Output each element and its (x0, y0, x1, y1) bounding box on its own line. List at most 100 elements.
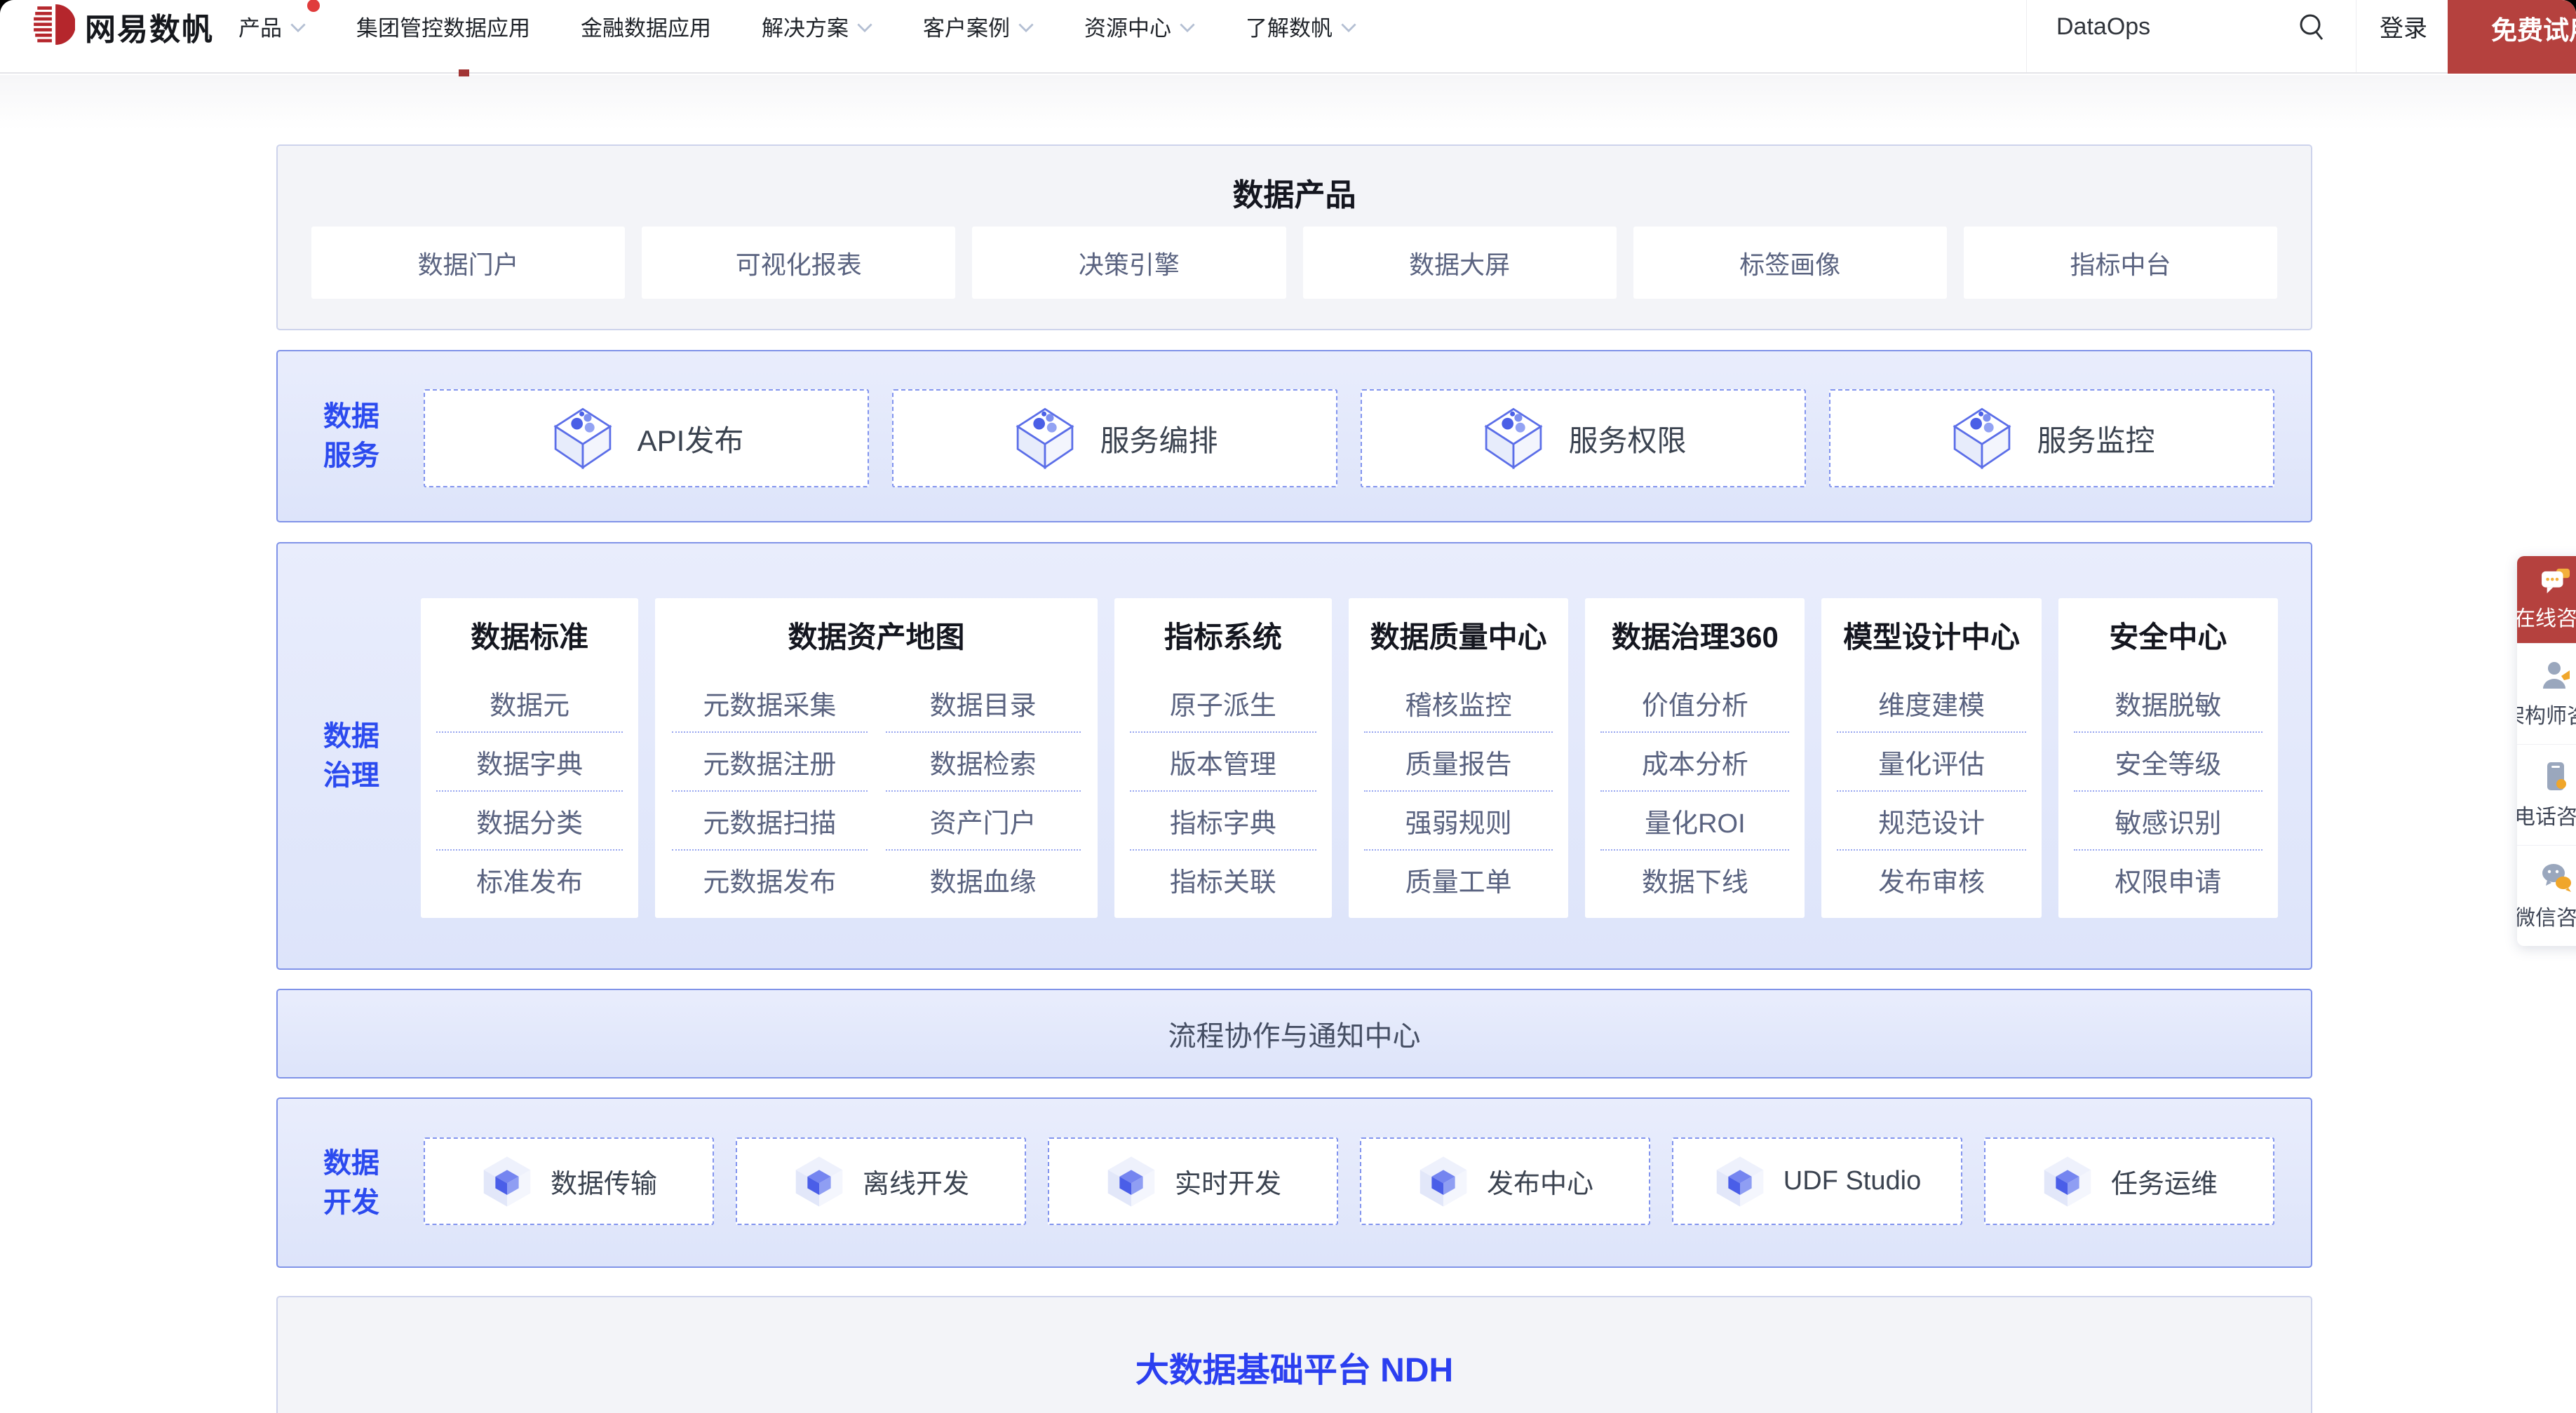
search-box[interactable]: DataOps (2026, 0, 2356, 72)
nav-item-label: 产品 (238, 11, 282, 42)
gov-item[interactable]: 数据字典 (436, 733, 623, 792)
gov-item[interactable]: 安全等级 (2074, 733, 2263, 792)
gov-item[interactable]: 数据血缘 (886, 851, 1081, 908)
gov-item[interactable]: 权限申请 (2074, 851, 2263, 908)
product-box-visual-report[interactable]: 可视化报表 (642, 227, 955, 299)
gov-card-asset-map: 数据资产地图 元数据采集 元数据注册 元数据扫描 元数据发布 数据目录 数据检索… (655, 598, 1097, 918)
free-trial-button[interactable]: 免费试用 (2448, 0, 2576, 74)
chevron-down-icon (1018, 23, 1034, 33)
dev-cube-icon (1105, 1155, 1158, 1208)
gov-item[interactable]: 成本分析 (1600, 733, 1789, 792)
nav-item-customer-cases[interactable]: 客户案例 (923, 11, 1034, 42)
gov-two-column-list: 元数据采集 元数据注册 元数据扫描 元数据发布 数据目录 数据检索 资产门户 数… (655, 674, 1097, 908)
nav-item-finance-data-apps[interactable]: 金融数据应用 (581, 11, 711, 42)
service-box-api-publish[interactable]: API发布 (424, 389, 869, 487)
phone-consult-button[interactable]: 电话咨询 (2517, 744, 2576, 845)
dev-label: 任务运维 (2111, 1162, 2218, 1201)
gov-item[interactable]: 数据分类 (436, 792, 623, 851)
gov-item[interactable]: 规范设计 (1837, 792, 2025, 851)
gov-item[interactable]: 维度建模 (1837, 674, 2025, 733)
gov-card-metric-system: 指标系统 原子派生 版本管理 指标字典 指标关联 (1114, 598, 1332, 918)
login-link[interactable]: 登录 (2380, 0, 2427, 53)
gov-item[interactable]: 元数据注册 (672, 733, 867, 792)
gov-item[interactable]: 资产门户 (886, 792, 1081, 851)
gov-item[interactable]: 数据元 (436, 674, 623, 733)
gov-item[interactable]: 指标字典 (1130, 792, 1316, 851)
dev-box-task-ops[interactable]: 任务运维 (1984, 1137, 2274, 1225)
gov-item[interactable]: 质量工单 (1364, 851, 1553, 908)
service-cube-icon (1011, 403, 1079, 473)
dev-box-data-transfer[interactable]: 数据传输 (424, 1137, 714, 1225)
section-ndh-platform: 大数据基础平台 NDH (276, 1296, 2312, 1413)
data-products-row: 数据门户 可视化报表 决策引擎 数据大屏 标签画像 指标中台 (311, 227, 2277, 299)
gov-item[interactable]: 量化评估 (1837, 733, 2025, 792)
gov-item[interactable]: 数据脱敏 (2074, 674, 2263, 733)
gov-item[interactable]: 标准发布 (436, 851, 623, 908)
gov-item[interactable]: 稽核监控 (1364, 674, 1553, 733)
nav-item-label: 客户案例 (923, 11, 1010, 42)
gov-item[interactable]: 数据目录 (886, 674, 1081, 733)
dev-box-release-center[interactable]: 发布中心 (1360, 1137, 1650, 1225)
gov-card-quality-center: 数据质量中心 稽核监控 质量报告 强弱规则 质量工单 (1349, 598, 1568, 918)
data-development-label: 数据 开发 (313, 1144, 390, 1222)
service-box-orchestration[interactable]: 服务编排 (892, 389, 1337, 487)
gov-item[interactable]: 指标关联 (1130, 851, 1316, 908)
gov-list: 数据脱敏 安全等级 敏感识别 权限申请 (2058, 674, 2278, 908)
nav-active-indicator (459, 69, 469, 76)
dev-label: 发布中心 (1487, 1162, 1593, 1201)
dev-box-realtime-dev[interactable]: 实时开发 (1048, 1137, 1338, 1225)
gov-item[interactable]: 元数据采集 (672, 674, 867, 733)
gov-item[interactable]: 质量报告 (1364, 733, 1553, 792)
nav-item-products[interactable]: 产品 (238, 11, 306, 42)
gov-list: 价值分析 成本分析 量化ROI 数据下线 (1585, 674, 1805, 908)
search-input[interactable]: DataOps (2056, 13, 2150, 41)
dev-cube-icon (1713, 1155, 1767, 1208)
gov-item[interactable]: 敏感识别 (2074, 792, 2263, 851)
architect-consult-button[interactable]: 架构师咨询 (2517, 643, 2576, 744)
gov-item[interactable]: 元数据扫描 (672, 792, 867, 851)
product-box-metric-platform[interactable]: 指标中台 (1964, 227, 2277, 299)
product-box-tag-profile[interactable]: 标签画像 (1633, 227, 1947, 299)
dev-label: 实时开发 (1175, 1162, 1281, 1201)
architect-person-icon (2540, 659, 2572, 691)
gov-item[interactable]: 价值分析 (1600, 674, 1789, 733)
ndh-platform-title: 大数据基础平台 NDH (278, 1297, 2311, 1391)
gov-item[interactable]: 版本管理 (1130, 733, 1316, 792)
wechat-consult-button[interactable]: 微信咨询 (2517, 845, 2576, 946)
nav-item-resources[interactable]: 资源中心 (1084, 11, 1195, 42)
new-badge-dot (307, 0, 320, 12)
online-consult-button[interactable]: 在线咨询 (2517, 556, 2576, 643)
gov-item[interactable]: 量化ROI (1600, 792, 1789, 851)
collab-bar-title: 流程协作与通知中心 (278, 990, 2311, 1077)
service-box-permissions[interactable]: 服务权限 (1361, 389, 1806, 487)
gov-card-security-center: 安全中心 数据脱敏 安全等级 敏感识别 权限申请 (2058, 598, 2278, 918)
online-consult-label: 在线咨询 (2517, 601, 2576, 632)
gov-item[interactable]: 强弱规则 (1364, 792, 1553, 851)
section-data-development: 数据 开发 数据传输 离线开发 (276, 1097, 2312, 1268)
product-box-data-portal[interactable]: 数据门户 (311, 227, 625, 299)
nav-item-solutions[interactable]: 解决方案 (762, 11, 872, 42)
data-development-row: 数据传输 离线开发 实时开发 (424, 1137, 2274, 1225)
dev-box-offline-dev[interactable]: 离线开发 (736, 1137, 1026, 1225)
nav-item-label: 集团管控数据应用 (356, 11, 530, 42)
gov-item[interactable]: 数据检索 (886, 733, 1081, 792)
product-box-data-screen[interactable]: 数据大屏 (1303, 227, 1617, 299)
gov-item[interactable]: 原子派生 (1130, 674, 1316, 733)
data-products-title: 数据产品 (278, 170, 2311, 215)
gov-item[interactable]: 元数据发布 (672, 851, 867, 908)
product-box-decision-engine[interactable]: 决策引擎 (972, 227, 1286, 299)
dev-box-udf-studio[interactable]: UDF Studio (1672, 1137, 1962, 1225)
nav-item-group-data-apps[interactable]: 集团管控数据应用 (356, 11, 530, 42)
floating-contact-widget: 在线咨询 架构师咨询 电话咨询 (2517, 556, 2576, 946)
service-box-monitoring[interactable]: 服务监控 (1829, 389, 2274, 487)
gov-item[interactable]: 发布审核 (1837, 851, 2025, 908)
governance-columns: 数据标准 数据元 数据字典 数据分类 标准发布 数据资产地图 元数据采集 元数据… (421, 598, 2278, 918)
gov-item[interactable]: 数据下线 (1600, 851, 1789, 908)
nav-item-about[interactable]: 了解数帆 (1246, 11, 1356, 42)
logo[interactable]: 网易数帆 (32, 0, 214, 53)
search-icon[interactable] (2297, 11, 2326, 43)
service-label: 服务权限 (1568, 417, 1686, 460)
chevron-down-icon (1180, 23, 1195, 33)
netease-sail-logo-icon (32, 3, 75, 50)
wechat-consult-label: 微信咨询 (2517, 900, 2576, 931)
